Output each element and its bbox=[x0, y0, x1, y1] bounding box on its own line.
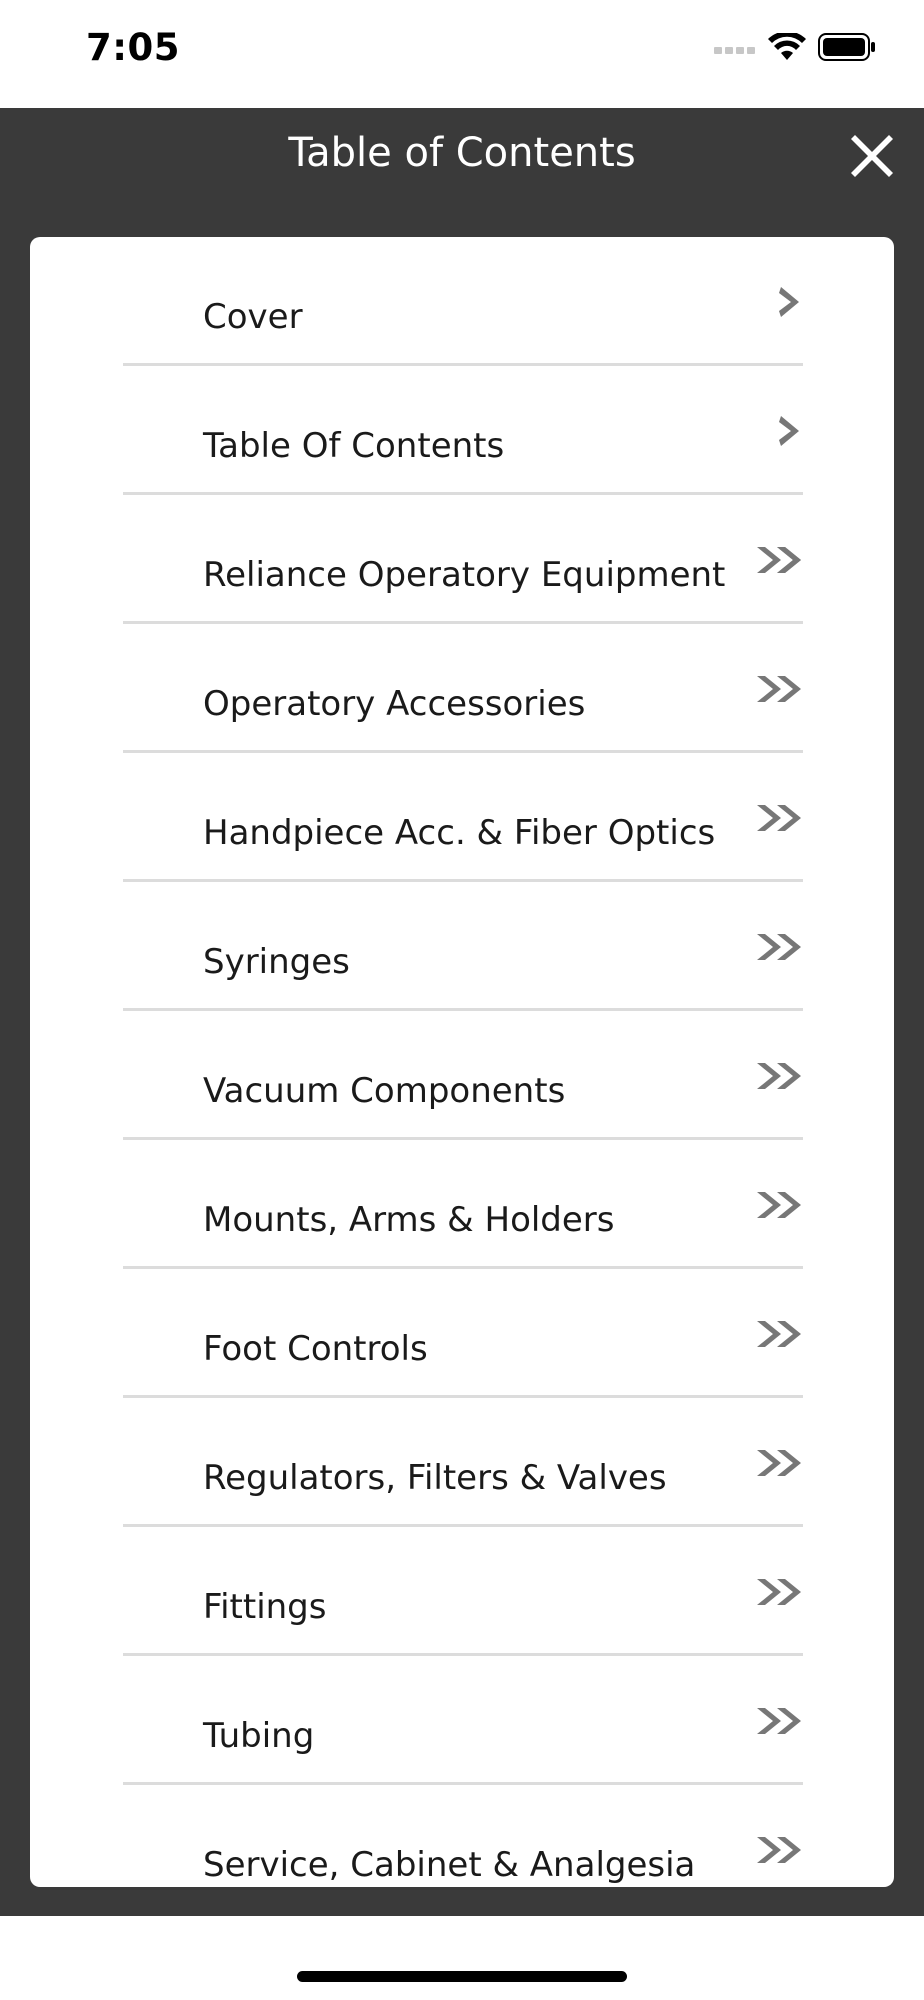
toc-list: Cover Table Of Contents Reliance Operato… bbox=[123, 237, 803, 1887]
double-chevron-right-icon bbox=[743, 882, 803, 1008]
toc-item-label: Vacuum Components bbox=[203, 1071, 566, 1111]
double-chevron-right-icon bbox=[743, 1527, 803, 1653]
battery-icon bbox=[818, 33, 876, 65]
toc-item-label: Cover bbox=[203, 297, 303, 337]
double-chevron-right-icon bbox=[743, 1398, 803, 1524]
toc-panel: Cover Table Of Contents Reliance Operato… bbox=[30, 237, 894, 1887]
toc-item-table-of-contents[interactable]: Table Of Contents bbox=[123, 366, 803, 495]
close-button[interactable] bbox=[842, 128, 902, 188]
toc-item-fittings[interactable]: Fittings bbox=[123, 1527, 803, 1656]
wifi-icon bbox=[768, 31, 806, 65]
toc-item-label: Syringes bbox=[203, 942, 350, 982]
toc-item-label: Table Of Contents bbox=[203, 426, 505, 466]
toc-item-vacuum-components[interactable]: Vacuum Components bbox=[123, 1011, 803, 1140]
status-icons bbox=[714, 31, 876, 66]
signal-icon bbox=[714, 40, 756, 59]
close-icon bbox=[847, 131, 897, 185]
chevron-right-icon bbox=[743, 237, 803, 363]
toc-item-foot-controls[interactable]: Foot Controls bbox=[123, 1269, 803, 1398]
double-chevron-right-icon bbox=[743, 1785, 803, 1887]
page-title: Table of Contents bbox=[288, 130, 636, 176]
double-chevron-right-icon bbox=[743, 495, 803, 621]
toc-item-label: Tubing bbox=[203, 1716, 315, 1756]
toc-item-label: Operatory Accessories bbox=[203, 684, 586, 724]
toc-item-handpiece-acc-fiber-optics[interactable]: Handpiece Acc. & Fiber Optics bbox=[123, 753, 803, 882]
toc-item-label: Fittings bbox=[203, 1587, 327, 1627]
home-indicator[interactable] bbox=[297, 1971, 627, 1982]
toc-item-mounts-arms-holders[interactable]: Mounts, Arms & Holders bbox=[123, 1140, 803, 1269]
double-chevron-right-icon bbox=[743, 1140, 803, 1266]
toc-item-operatory-accessories[interactable]: Operatory Accessories bbox=[123, 624, 803, 753]
toc-item-label: Regulators, Filters & Valves bbox=[203, 1458, 667, 1498]
toc-item-cover[interactable]: Cover bbox=[123, 237, 803, 366]
toc-item-tubing[interactable]: Tubing bbox=[123, 1656, 803, 1785]
toc-item-reliance-operatory-equipment[interactable]: Reliance Operatory Equipment bbox=[123, 495, 803, 624]
status-time: 7:05 bbox=[86, 26, 181, 69]
toc-item-label: Foot Controls bbox=[203, 1329, 428, 1369]
toc-item-regulators-filters-valves[interactable]: Regulators, Filters & Valves bbox=[123, 1398, 803, 1527]
toc-item-label: Mounts, Arms & Holders bbox=[203, 1200, 615, 1240]
status-bar: 7:05 bbox=[0, 0, 924, 108]
toc-item-label: Reliance Operatory Equipment bbox=[203, 555, 726, 595]
double-chevron-right-icon bbox=[743, 1269, 803, 1395]
toc-item-label: Service, Cabinet & Analgesia bbox=[203, 1845, 696, 1885]
toc-item-label: Handpiece Acc. & Fiber Optics bbox=[203, 813, 716, 853]
chevron-right-icon bbox=[743, 366, 803, 492]
double-chevron-right-icon bbox=[743, 753, 803, 879]
double-chevron-right-icon bbox=[743, 1011, 803, 1137]
double-chevron-right-icon bbox=[743, 1656, 803, 1782]
double-chevron-right-icon bbox=[743, 624, 803, 750]
toc-item-service-cabinet-analgesia[interactable]: Service, Cabinet & Analgesia bbox=[123, 1785, 803, 1887]
toc-item-syringes[interactable]: Syringes bbox=[123, 882, 803, 1011]
